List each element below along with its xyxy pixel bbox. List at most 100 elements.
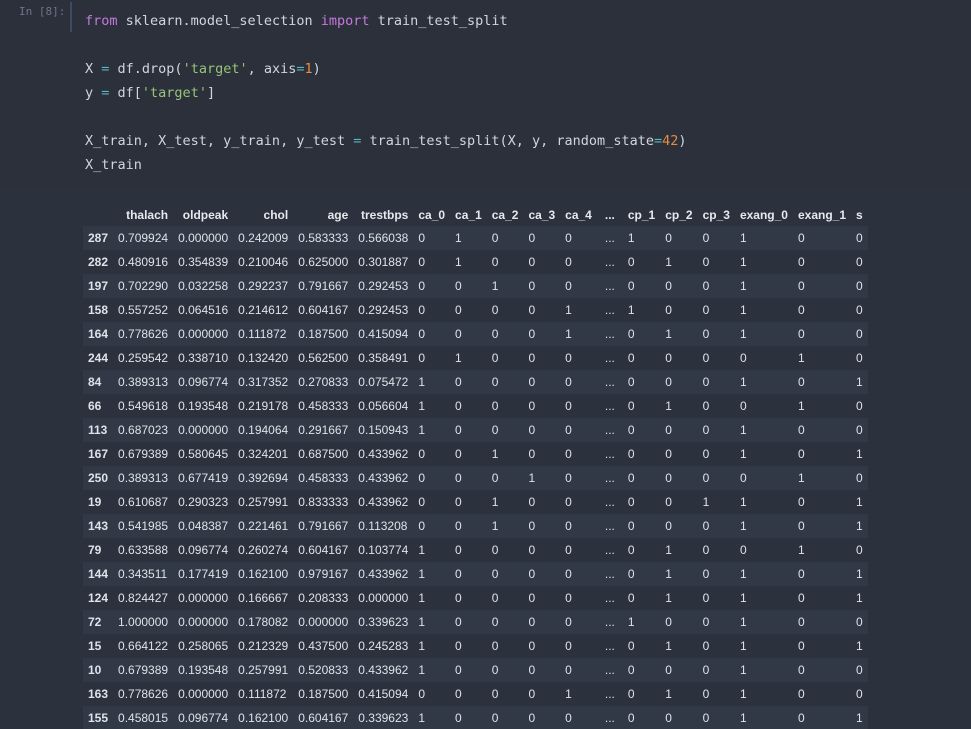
table-cell: 0 (528, 447, 536, 461)
table-cell: 0.257991 (238, 663, 289, 677)
table-row: 79 0.633588 0.096774 0.260274 0.604167 0.1037… (83, 538, 868, 562)
table-cell: 0 (627, 327, 635, 341)
table-cell: 0 (627, 543, 635, 557)
table-cell: 0 (491, 351, 499, 365)
table-cell: 0 (491, 303, 499, 317)
table-cell: 0.458015 (118, 711, 169, 725)
column-header: ... (604, 208, 615, 222)
table-cell: 0 (565, 279, 572, 293)
row-index: 19 (88, 495, 102, 509)
table-cell: 0.056604 (358, 399, 409, 413)
table-cell: 1 (627, 231, 635, 245)
table-cell: 0.392694 (238, 471, 289, 485)
table-cell: 0 (565, 447, 572, 461)
table-cell: 0 (455, 495, 462, 509)
table-cell: 1 (665, 399, 672, 413)
table-cell: 0 (739, 471, 747, 485)
table-cell: 0.096774 (178, 375, 229, 389)
table-cell: 0.833333 (298, 495, 349, 509)
cell-output: thalach oldpeak chol age trestbps ca_0 ca_1 ca_… (0, 188, 971, 729)
table-cell: 1 (455, 231, 462, 245)
table-cell: 0 (455, 279, 462, 293)
table-cell: 0.064516 (178, 303, 229, 317)
table-cell: 1 (739, 591, 747, 605)
table-cell: 0.292237 (238, 279, 289, 293)
table-cell: 0 (418, 303, 426, 317)
table-cell: 0 (702, 303, 710, 317)
code-editor[interactable]: from sklearn.model_selection import trai… (85, 9, 687, 177)
table-cell: 1 (797, 399, 805, 413)
table-row: 164 0.778626 0.000000 0.111872 0.187500 0.415… (83, 322, 868, 346)
table-cell: 0 (455, 375, 462, 389)
table-cell: 0 (565, 399, 572, 413)
table-cell: 1 (665, 327, 672, 341)
table-cell: 1 (856, 375, 863, 389)
table-row: 287 0.709924 0.000000 0.242009 0.583333 0.566… (83, 226, 868, 250)
table-cell: 1 (856, 495, 863, 509)
table-cell: 1 (856, 447, 863, 461)
table-cell: 0 (665, 471, 672, 485)
table-cell: 0 (797, 663, 805, 677)
table-cell: ... (604, 327, 615, 341)
table-cell: 0 (455, 447, 462, 461)
table-cell: 1 (418, 423, 426, 437)
table-cell: 0.096774 (178, 543, 229, 557)
table-row: 113 0.687023 0.000000 0.194064 0.291667 0.150… (83, 418, 868, 442)
column-header: oldpeak (182, 208, 229, 222)
table-cell: 1 (627, 615, 635, 629)
table-cell: 0.212329 (238, 639, 289, 653)
table-cell: 0.242009 (238, 231, 289, 245)
table-cell: 1 (491, 279, 499, 293)
table-cell: 0 (856, 663, 863, 677)
table-cell: 0.162100 (238, 711, 289, 725)
code-cell[interactable]: In [8]: from sklearn.model_selection imp… (0, 0, 971, 188)
row-index: 84 (88, 375, 102, 389)
table-cell: 1 (739, 639, 747, 653)
table-cell: 0 (665, 615, 672, 629)
column-header: exang_0 (739, 208, 788, 222)
table-cell: 1 (665, 687, 672, 701)
table-cell: 0.270833 (298, 375, 349, 389)
row-index: 155 (88, 711, 109, 725)
table-cell: 0 (627, 495, 635, 509)
table-cell: 0.000000 (358, 591, 409, 605)
table-cell: 0 (856, 303, 863, 317)
table-cell: 0.187500 (298, 687, 349, 701)
table-cell: 0 (627, 375, 635, 389)
table-row: 19 0.610687 0.290323 0.257991 0.833333 0.4339… (83, 490, 868, 514)
table-cell: 0 (797, 615, 805, 629)
column-header: ca_2 (491, 208, 519, 222)
table-cell: 0 (627, 639, 635, 653)
table-cell: 0 (491, 591, 499, 605)
table-row: 158 0.557252 0.064516 0.214612 0.604167 0.292… (83, 298, 868, 322)
table-cell: 0 (528, 231, 536, 245)
table-cell: 0.358491 (358, 351, 409, 365)
table-cell: 0 (702, 375, 710, 389)
table-cell: ... (604, 639, 615, 653)
table-cell: 0 (565, 543, 572, 557)
table-cell: 1 (418, 711, 426, 725)
table-cell: 0 (565, 495, 572, 509)
table-cell: 0 (856, 399, 863, 413)
code-token: df[ (109, 85, 142, 101)
table-cell: 0.604167 (298, 711, 349, 725)
table-cell: 0.709924 (118, 231, 169, 245)
table-row: 250 0.389313 0.677419 0.392694 0.458333 0.433… (83, 466, 868, 490)
table-cell: 0.210046 (238, 255, 289, 269)
code-token: df.drop( (109, 61, 183, 77)
row-index: 282 (88, 255, 109, 269)
table-cell: 0.679389 (118, 447, 169, 461)
row-index: 144 (88, 567, 109, 581)
table-row: 197 0.702290 0.032258 0.292237 0.791667 0.292… (83, 274, 868, 298)
table-cell: 0 (665, 663, 672, 677)
table-cell: 1 (702, 495, 710, 509)
table-cell: 0 (665, 375, 672, 389)
table-cell: 0 (702, 231, 710, 245)
table-cell: 0.000000 (178, 615, 229, 629)
table-cell: 0 (565, 639, 572, 653)
table-cell: 0 (528, 303, 536, 317)
code-token: from (85, 13, 118, 29)
table-cell: 0 (565, 711, 572, 725)
table-cell: 0.193548 (178, 663, 229, 677)
